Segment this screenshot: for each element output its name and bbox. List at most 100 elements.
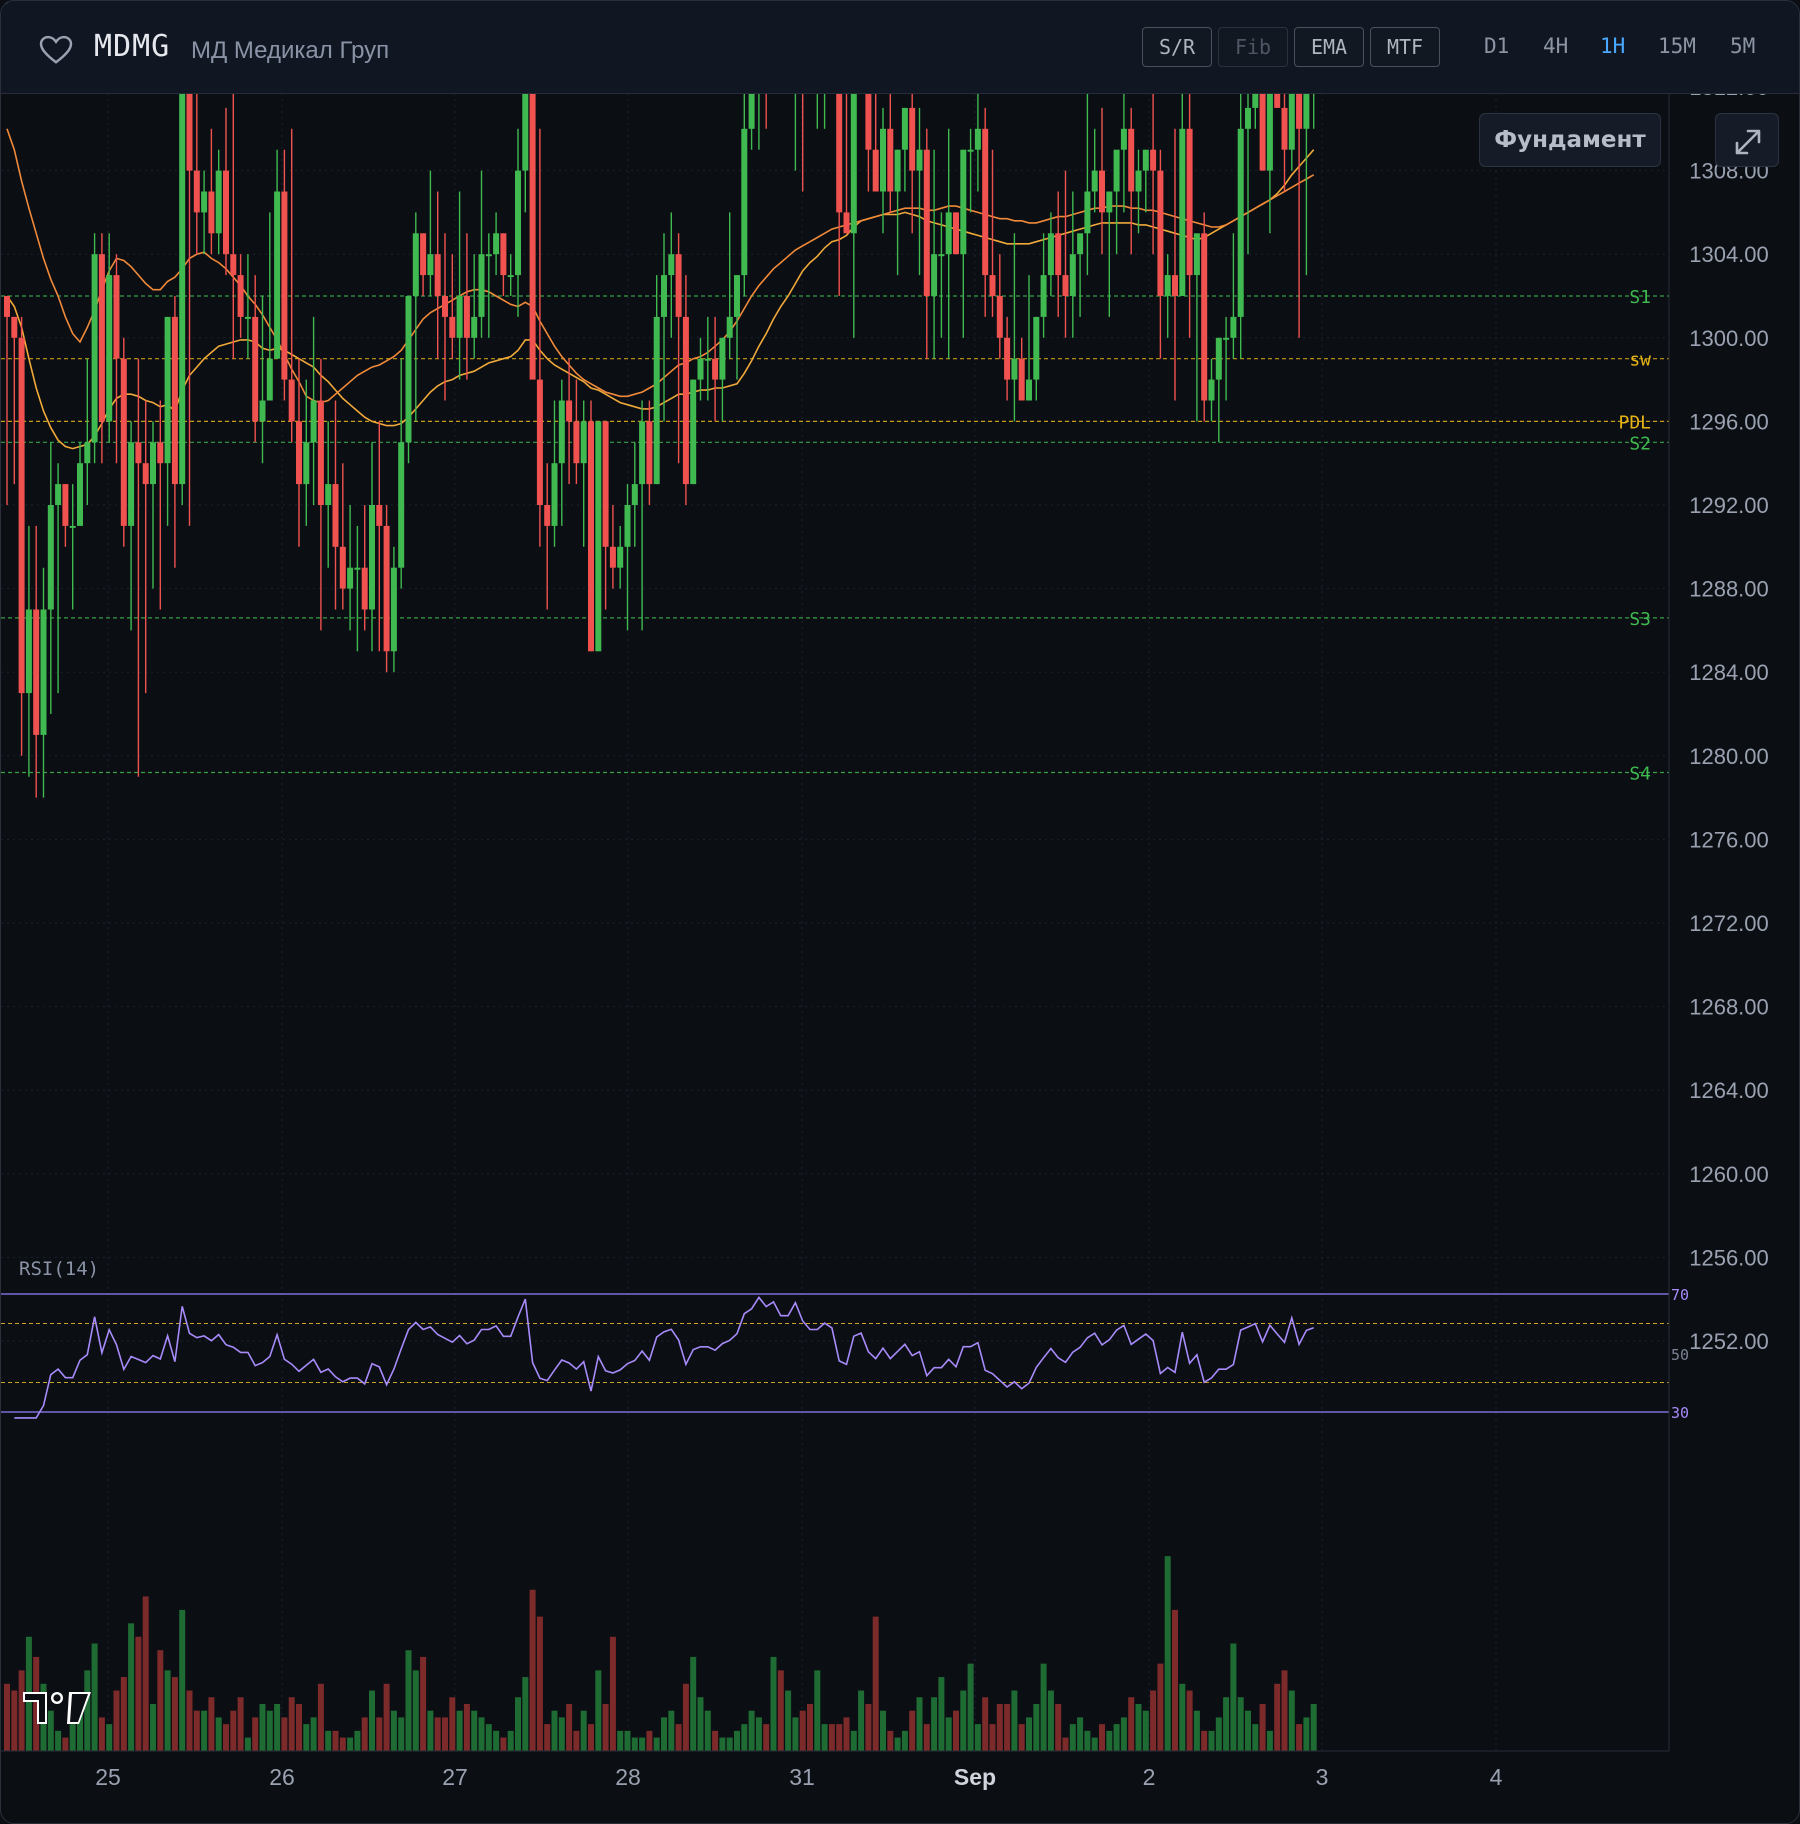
candle-body	[872, 149, 879, 192]
toggle-sr-button[interactable]: S/R	[1142, 27, 1212, 67]
volume-bar	[201, 1710, 208, 1751]
candle-body	[617, 546, 624, 568]
candle-body	[62, 484, 69, 526]
candle-body	[1201, 233, 1208, 401]
volume-bar	[573, 1730, 580, 1751]
volume-bar	[266, 1710, 273, 1751]
volume-bar	[1142, 1710, 1149, 1751]
volume-bar	[1069, 1724, 1076, 1751]
volume-bar	[1193, 1710, 1200, 1751]
volume-bar	[1310, 1703, 1317, 1751]
candle-body	[1062, 275, 1069, 296]
candle-body	[661, 275, 667, 317]
volume-bar	[1252, 1724, 1259, 1751]
candle-body	[624, 505, 631, 547]
volume-bar	[471, 1710, 478, 1751]
expand-button[interactable]	[1715, 113, 1779, 167]
candle-body	[208, 191, 215, 234]
volume-bar	[1208, 1730, 1215, 1751]
candle-body	[551, 463, 558, 526]
level-label: sw	[1629, 350, 1651, 371]
volume-bar	[303, 1724, 310, 1751]
volume-bar	[785, 1690, 792, 1751]
volume-bar	[1172, 1609, 1178, 1751]
volume-bar	[945, 1717, 952, 1751]
candle-body	[230, 254, 237, 276]
volume-bar	[135, 1636, 142, 1751]
toggle-fib-button[interactable]: Fib	[1218, 27, 1288, 67]
volume-bar	[536, 1616, 543, 1751]
candle-body	[471, 316, 478, 338]
candle-body	[704, 358, 711, 361]
price-tick-label: 1288.00	[1689, 577, 1769, 602]
candle-body	[631, 484, 638, 505]
volume-bar	[325, 1730, 332, 1751]
volume-bar	[361, 1717, 368, 1751]
volume-bar	[1266, 1730, 1273, 1751]
toggle-mtf-button[interactable]: MTF	[1370, 27, 1440, 67]
volume-bar	[208, 1697, 215, 1751]
volume-bar	[252, 1717, 259, 1751]
candle-body	[55, 484, 62, 505]
candle-body	[558, 400, 565, 464]
volume-bar	[719, 1737, 726, 1751]
volume-bar	[157, 1650, 164, 1751]
volume-bar	[989, 1724, 996, 1751]
volume-bar	[843, 1717, 850, 1751]
candle-body	[383, 525, 390, 652]
volume-bar	[1281, 1670, 1288, 1751]
volume-bar	[515, 1697, 521, 1751]
candle-body	[588, 421, 594, 652]
volume-bar	[624, 1730, 631, 1751]
favorite-heart-icon[interactable]	[39, 35, 73, 65]
candle-body	[47, 505, 54, 610]
volume-bar	[230, 1710, 237, 1751]
volume-bar	[369, 1690, 375, 1751]
volume-bar	[142, 1596, 149, 1751]
volume-bar	[828, 1724, 835, 1751]
timeframe-1h[interactable]: 1H	[1600, 34, 1625, 58]
toggle-ema-button[interactable]: EMA	[1294, 27, 1364, 67]
candle-body	[463, 296, 470, 338]
candle-body	[1084, 191, 1091, 234]
price-chart[interactable]: R2R1PDH+S1swPDLS2S3S4RSI(14)7050301324.0…	[1, 1, 1799, 1823]
fundamentals-button[interactable]: Фундамент	[1479, 113, 1661, 167]
price-tick-label: 1284.00	[1689, 660, 1769, 685]
timeframe-15m[interactable]: 15M	[1658, 34, 1696, 58]
candle-body	[69, 525, 76, 528]
volume-bar	[1164, 1556, 1171, 1751]
volume-bar	[113, 1690, 120, 1751]
candle-body	[1164, 275, 1171, 296]
candle-body	[135, 442, 142, 464]
volume-bar	[456, 1710, 463, 1751]
candle-body	[398, 442, 405, 568]
candle-body	[128, 442, 135, 526]
candle-body	[376, 505, 383, 526]
candle-body	[573, 421, 580, 464]
timeframe-5m[interactable]: 5M	[1730, 34, 1755, 58]
volume-bar	[98, 1717, 105, 1751]
candle-body	[1077, 233, 1084, 255]
level-label: S1	[1629, 287, 1651, 308]
volume-bar	[1223, 1697, 1230, 1751]
candle-body	[529, 45, 536, 380]
candle-body	[843, 212, 850, 234]
candle-body	[595, 421, 602, 652]
candle-body	[456, 296, 463, 338]
price-tick-label: 1300.00	[1689, 326, 1769, 351]
candle-body	[938, 254, 945, 257]
volume-bar	[544, 1724, 551, 1751]
volume-bar	[682, 1683, 689, 1751]
volume-bar	[1113, 1724, 1120, 1751]
volume-bar	[186, 1690, 193, 1751]
candle-body	[974, 128, 981, 150]
candle-body	[653, 316, 660, 485]
timeframe-d1[interactable]: D1	[1484, 34, 1509, 58]
volume-bar	[661, 1717, 667, 1751]
candle-body	[412, 233, 419, 296]
timeframe-4h[interactable]: 4H	[1543, 34, 1568, 58]
candle-body	[1223, 337, 1230, 340]
volume-bar	[179, 1609, 186, 1751]
volume-bar	[799, 1710, 806, 1751]
candle-body	[201, 191, 208, 213]
